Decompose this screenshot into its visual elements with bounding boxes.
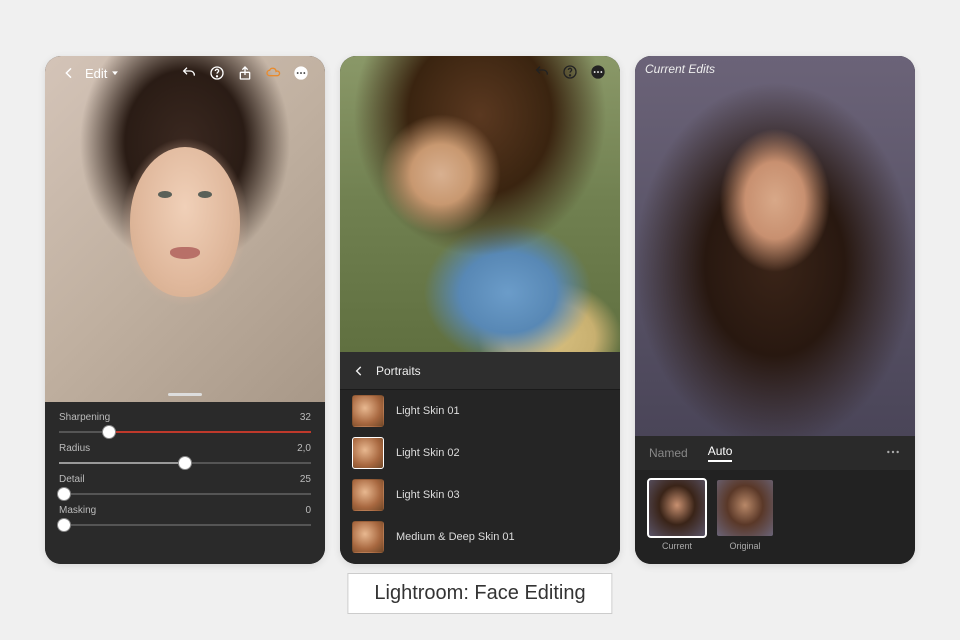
slider-value: 25 <box>300 474 311 485</box>
help-icon[interactable] <box>559 61 581 83</box>
cloud-sync-icon[interactable] <box>262 62 284 84</box>
more-icon[interactable] <box>290 62 312 84</box>
slider-value: 0 <box>305 505 311 516</box>
preview-image: Current Edits <box>635 56 915 436</box>
share-icon[interactable] <box>234 62 256 84</box>
screen-presets: Portraits Light Skin 01 Light Skin 02 Li… <box>340 56 620 564</box>
slider-radius[interactable]: Radius 2,0 <box>59 443 311 472</box>
preset-thumbnail <box>352 395 384 427</box>
slider-label: Masking <box>59 505 96 516</box>
version-thumbnail <box>717 480 773 536</box>
version-original[interactable]: Original <box>717 480 773 551</box>
screen-detail-sliders: Edit <box>45 56 325 564</box>
preset-thumbnail <box>352 521 384 553</box>
preset-category-header[interactable]: Portraits <box>340 352 620 390</box>
preset-label: Light Skin 02 <box>396 447 460 459</box>
version-current[interactable]: Current <box>649 480 705 551</box>
preview-image <box>340 56 620 352</box>
edit-label: Edit <box>85 66 107 81</box>
preset-label: Medium & Deep Skin 01 <box>396 531 515 543</box>
preset-item[interactable]: Light Skin 02 <box>340 432 620 474</box>
version-tabs: Named Auto <box>635 436 915 470</box>
tab-auto[interactable]: Auto <box>708 444 733 462</box>
current-edits-title: Current Edits <box>645 62 715 76</box>
more-icon[interactable] <box>587 61 609 83</box>
screen-versions: Current Edits Named Auto Current Origina… <box>635 56 915 564</box>
slider-sharpening[interactable]: Sharpening 32 <box>59 412 311 441</box>
figure-caption: Lightroom: Face Editing <box>347 573 612 614</box>
version-label: Original <box>729 541 760 551</box>
preset-label: Light Skin 01 <box>396 405 460 417</box>
slider-label: Sharpening <box>59 412 110 423</box>
detail-panel: Sharpening 32 Radius 2,0 Detail 25 <box>45 402 325 564</box>
caption-text: Lightroom: Face Editing <box>374 582 585 604</box>
chevron-left-icon <box>352 364 366 378</box>
preset-label: Light Skin 03 <box>396 489 460 501</box>
preset-thumbnail <box>352 437 384 469</box>
version-label: Current <box>662 541 692 551</box>
category-label: Portraits <box>376 364 421 378</box>
panel-drag-handle[interactable] <box>168 393 202 396</box>
help-icon[interactable] <box>206 62 228 84</box>
version-strip[interactable]: Current Original <box>635 470 915 564</box>
slider-masking[interactable]: Masking 0 <box>59 505 311 534</box>
preset-list[interactable]: Light Skin 01 Light Skin 02 Light Skin 0… <box>340 390 620 564</box>
preset-item[interactable]: Medium & Deep Skin 01 <box>340 516 620 558</box>
back-icon[interactable] <box>58 62 80 84</box>
preview-image: Edit <box>45 56 325 402</box>
slider-detail[interactable]: Detail 25 <box>59 474 311 503</box>
undo-icon[interactable] <box>178 62 200 84</box>
tab-named[interactable]: Named <box>649 446 688 460</box>
preset-thumbnail <box>352 479 384 511</box>
slider-label: Radius <box>59 443 90 454</box>
version-thumbnail <box>649 480 705 536</box>
preset-item[interactable]: Light Skin 03 <box>340 474 620 516</box>
edit-menu[interactable]: Edit <box>85 66 120 81</box>
slider-value: 2,0 <box>297 443 311 454</box>
preset-item[interactable]: Light Skin 01 <box>340 390 620 432</box>
undo-icon[interactable] <box>531 61 553 83</box>
slider-label: Detail <box>59 474 85 485</box>
slider-value: 32 <box>300 412 311 423</box>
more-icon[interactable] <box>885 444 901 463</box>
